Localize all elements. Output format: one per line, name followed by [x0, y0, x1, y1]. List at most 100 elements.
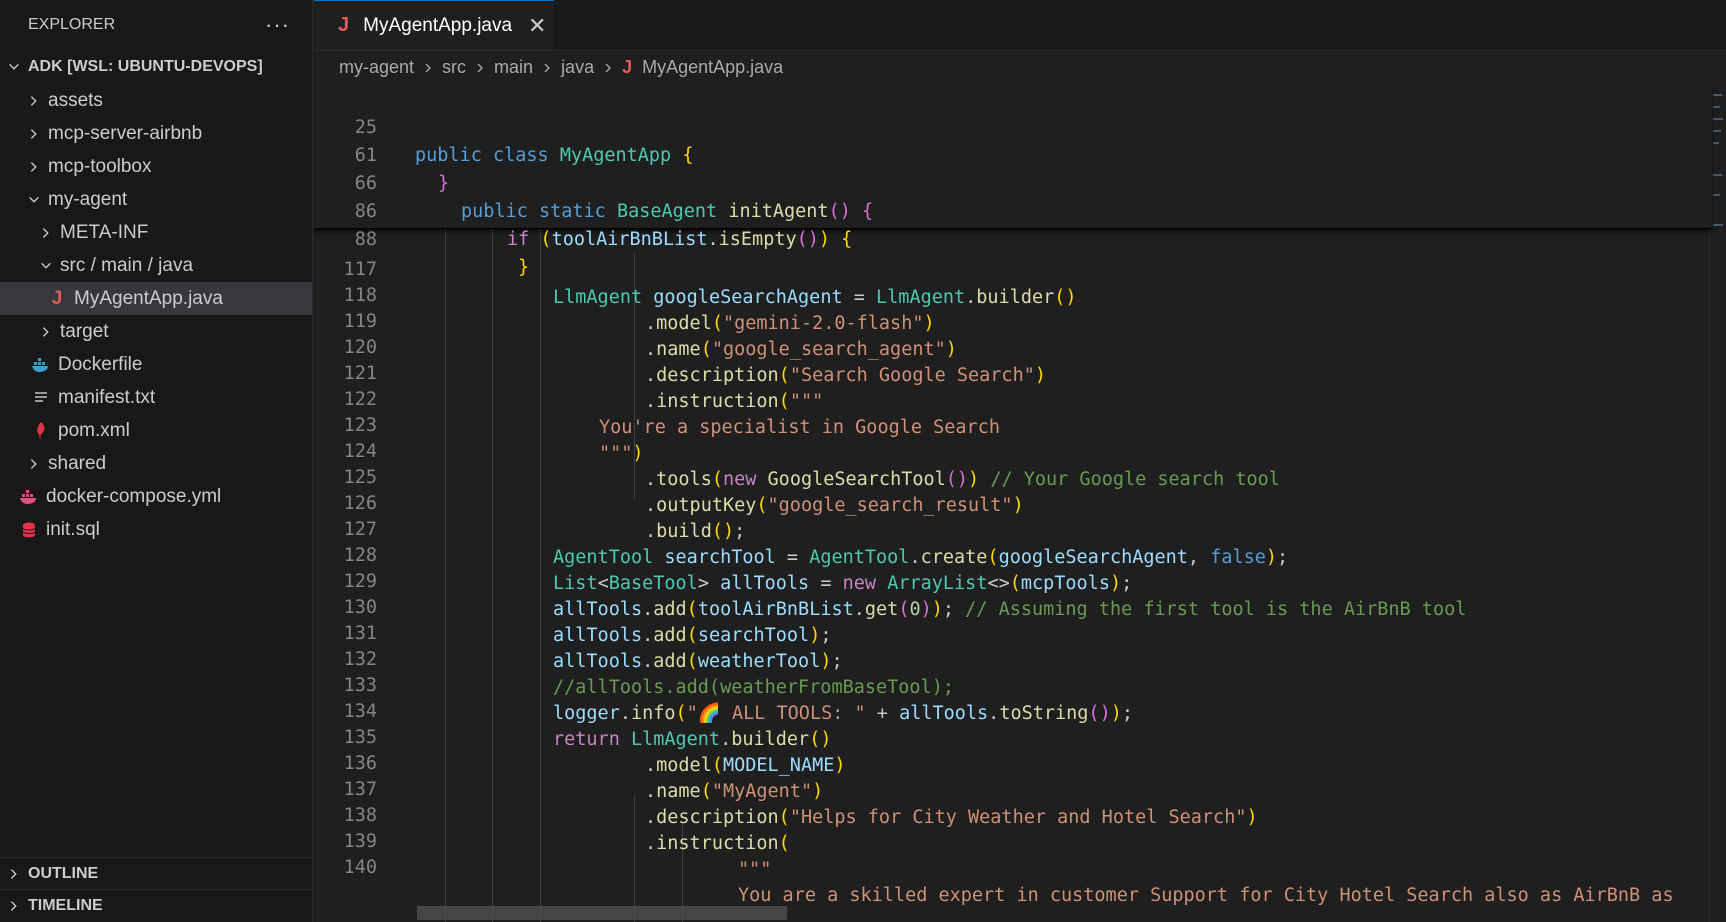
code-token: (	[686, 599, 698, 620]
tree-item-target[interactable]: target	[0, 315, 312, 348]
code-token: )	[1034, 365, 1046, 386]
chevron-right-icon	[38, 226, 54, 240]
code-token: (	[540, 229, 552, 250]
tree-item-docker-compose[interactable]: docker-compose.yml	[0, 480, 312, 513]
code-token: static	[538, 201, 606, 222]
code-token: .	[853, 599, 865, 620]
tree-item-meta-inf[interactable]: META-INF	[0, 216, 312, 249]
tree-item-my-agent[interactable]: my-agent	[0, 183, 312, 216]
tree-item-label: mcp-toolbox	[48, 155, 152, 177]
code-token: ;	[734, 521, 746, 542]
code-token: (	[711, 469, 723, 490]
code-token: )	[632, 443, 644, 464]
code-token: allTools	[899, 703, 989, 724]
code-token: BaseTool	[608, 573, 698, 594]
code-token: instruction	[656, 391, 779, 412]
code-token: (	[711, 313, 723, 334]
breadcrumb-item[interactable]: src	[442, 57, 466, 78]
code-token: ;	[1277, 547, 1289, 568]
line-number: 88	[354, 229, 377, 250]
indent-guide	[634, 795, 635, 922]
java-file-icon: J	[622, 57, 633, 77]
sticky-scroll-header[interactable]: 25 public class MyAgentApp { 61 } 66 pub…	[314, 84, 1712, 278]
chevron-right-icon	[602, 62, 614, 74]
outline-section[interactable]: OUTLINE	[0, 857, 313, 889]
code-token: public	[461, 201, 528, 222]
code-token: 0	[909, 599, 921, 620]
breadcrumb-item[interactable]: java	[561, 57, 594, 78]
code-token: )	[945, 339, 957, 360]
minimap-line	[1713, 142, 1719, 144]
tree-item-assets[interactable]: assets	[0, 84, 312, 117]
code-token: (	[778, 391, 790, 412]
code-token: }	[518, 257, 530, 278]
tree-item-myagentapp-java[interactable]: J MyAgentApp.java	[0, 282, 312, 315]
chevron-right-icon	[26, 127, 42, 141]
minimap-line	[1713, 224, 1723, 226]
code-editor[interactable]: 117 LlmAgent googleSearchAgent = LlmAgen…	[314, 84, 1726, 922]
code-token: logger	[553, 703, 620, 724]
code-token: """	[789, 391, 824, 412]
chevron-right-icon	[26, 94, 42, 108]
code-token: weatherTool	[697, 651, 821, 672]
code-line: 140 You are a skilled expert in customer…	[314, 826, 1674, 906]
code-token: .	[642, 599, 654, 620]
code-line: 137 .description("Helps for City Weather…	[314, 748, 1258, 828]
database-icon	[20, 522, 38, 538]
code-line: 129 allTools.add(toolAirBnBList.get(0));…	[314, 540, 1467, 620]
code-token: toolAirBnBList	[551, 229, 708, 250]
workspace-root[interactable]: ADK [WSL: UBUNTU-DEVOPS]	[0, 50, 312, 84]
tree-item-mcp-server-airbnb[interactable]: mcp-server-airbnb	[0, 117, 312, 150]
tree-item-label: docker-compose.yml	[46, 485, 222, 507]
code-token: (	[778, 807, 790, 828]
code-token: "Search Google Search"	[789, 365, 1035, 386]
code-token: )	[968, 469, 980, 490]
tab-myagentapp-java[interactable]: J MyAgentApp.java ✕	[314, 0, 554, 50]
tree-item-manifest-txt[interactable]: manifest.txt	[0, 381, 312, 414]
code-token: =	[775, 547, 810, 568]
close-icon[interactable]: ✕	[528, 13, 546, 39]
code-token: builder	[976, 287, 1055, 308]
timeline-section[interactable]: TIMELINE	[0, 889, 313, 921]
tree-item-src-main-java[interactable]: src / main / java	[0, 249, 312, 282]
code-token: BaseAgent	[616, 201, 718, 222]
code-token: (	[828, 201, 840, 222]
indent-guide	[540, 228, 541, 922]
code-token: )	[1065, 287, 1077, 308]
tree-item-shared[interactable]: shared	[0, 447, 312, 480]
code-token: )	[820, 651, 832, 672]
java-file-icon: J	[338, 14, 350, 36]
code-token: MODEL_NAME	[722, 755, 835, 776]
code-token: {	[841, 229, 853, 250]
code-token: initAgent	[728, 201, 829, 222]
code-token: .	[707, 229, 719, 250]
tree-item-mcp-toolbox[interactable]: mcp-toolbox	[0, 150, 312, 183]
code-line: 131 allTools.add(weatherTool);	[314, 592, 843, 672]
horizontal-scrollbar[interactable]	[417, 906, 787, 920]
tree-item-label: init.sql	[46, 518, 100, 540]
tree-item-pom-xml[interactable]: pom.xml	[0, 414, 312, 447]
tree-item-dockerfile[interactable]: Dockerfile	[0, 348, 312, 381]
code-token: return	[553, 729, 620, 750]
code-token: List	[553, 573, 598, 594]
code-token: ;	[831, 651, 843, 672]
tree-item-init-sql[interactable]: init.sql	[0, 513, 312, 546]
code-line: 133 logger.info("🌈 ALL TOOLS: " + allToo…	[314, 644, 1133, 724]
code-line: 126 .build();	[314, 462, 746, 542]
code-token: toolAirBnBList	[697, 599, 854, 620]
code-token: ;	[1121, 703, 1133, 724]
code-line: 123 """)	[314, 384, 644, 464]
minimap-line	[1713, 130, 1721, 132]
more-actions-icon[interactable]: ···	[265, 12, 290, 38]
code-token: "gemini-2.0-flash"	[722, 313, 924, 334]
code-line: 121 .instruction("""	[314, 332, 824, 412]
code-token: .	[965, 287, 977, 308]
code-token: )	[820, 729, 832, 750]
code-token: =	[809, 573, 843, 594]
breadcrumb-item[interactable]: MyAgentApp.java	[642, 57, 783, 78]
breadcrumb-item[interactable]: my-agent	[339, 57, 414, 78]
breadcrumb-item[interactable]: main	[494, 57, 533, 78]
